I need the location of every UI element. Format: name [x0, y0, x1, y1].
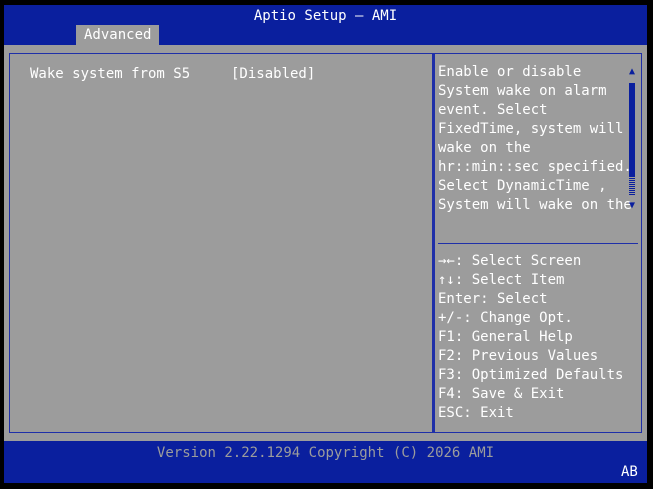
help-line: Select DynamicTime , — [438, 178, 607, 194]
help-panel: Enable or disable System wake on alarm e… — [433, 53, 642, 433]
version-text: Version 2.22.1294 Copyright (C) 2026 AMI — [156, 445, 495, 461]
footer-bar: Version 2.22.1294 Copyright (C) 2026 AMI… — [4, 441, 647, 483]
help-line: hr::min::sec specified. — [438, 159, 632, 175]
key-hint: F2: Previous Values — [438, 348, 599, 364]
setting-value[interactable]: [Disabled] — [231, 65, 315, 83]
help-line: Enable or disable — [438, 64, 582, 80]
corner-indicator: AB — [621, 464, 638, 480]
help-line: event. Select — [438, 102, 548, 118]
key-legend: →←: Select Screen ↑↓: Select Item Enter:… — [438, 252, 638, 423]
content-area: Wake system from S5 [Disabled] Enable or… — [4, 45, 647, 441]
scroll-track[interactable] — [629, 83, 635, 195]
scroll-thumb[interactable] — [629, 83, 635, 177]
key-hint: Enter: Select — [438, 291, 548, 307]
key-hint: F1: General Help — [438, 329, 573, 345]
help-text: Enable or disable System wake on alarm e… — [438, 63, 632, 215]
key-hint: F4: Save & Exit — [438, 386, 565, 402]
triangle-down-icon[interactable]: ▼ — [627, 200, 637, 212]
tab-advanced[interactable]: Advanced — [76, 25, 160, 45]
help-line: System wake on alarm — [438, 83, 607, 99]
key-hint: +/-: Change Opt. — [438, 310, 573, 326]
help-scrollbar[interactable]: ▲ ▼ — [627, 63, 637, 215]
setting-wake-system-from-s5[interactable]: Wake system from S5 [Disabled] — [30, 65, 315, 83]
key-hint: →←: Select Screen — [438, 253, 582, 269]
help-line: System will wake on the — [438, 197, 632, 213]
bios-setup-window: Aptio Setup – AMI Advanced Wake system f… — [4, 5, 647, 483]
scroll-track-remainder — [629, 177, 635, 195]
setting-label: Wake system from S5 — [30, 66, 191, 82]
settings-panel: Wake system from S5 [Disabled] — [9, 53, 433, 433]
header-bar: Aptio Setup – AMI Advanced — [4, 5, 647, 45]
help-divider — [438, 243, 638, 244]
help-line: wake on the — [438, 140, 531, 156]
key-hint: ESC: Exit — [438, 405, 514, 421]
triangle-up-icon[interactable]: ▲ — [627, 66, 637, 78]
key-hint: F3: Optimized Defaults — [438, 367, 624, 383]
app-title: Aptio Setup – AMI — [253, 8, 398, 24]
key-hint: ↑↓: Select Item — [438, 272, 565, 288]
help-line: FixedTime, system will — [438, 121, 624, 137]
